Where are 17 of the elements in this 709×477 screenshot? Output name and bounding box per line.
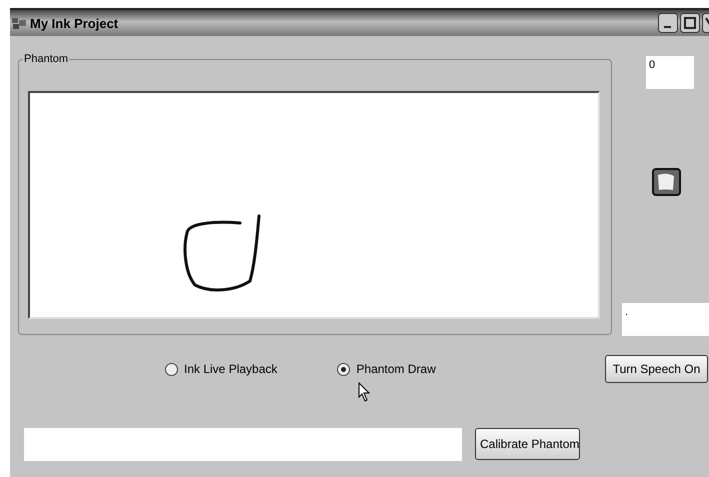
- counter-field[interactable]: 0: [646, 56, 694, 89]
- app-icon: [12, 18, 26, 28]
- window-title: My Ink Project: [30, 16, 118, 30]
- radio-label[interactable]: Ink Live Playback: [184, 362, 278, 376]
- minimize-icon[interactable]: [658, 13, 678, 33]
- status-field[interactable]: .: [622, 303, 709, 336]
- maximize-icon[interactable]: [680, 13, 700, 33]
- cursor-icon: [358, 382, 372, 402]
- radio-label[interactable]: Phantom Draw: [356, 362, 436, 376]
- group-label: Phantom: [23, 53, 70, 65]
- radio-button[interactable]: [165, 362, 178, 376]
- close-icon[interactable]: [702, 13, 709, 33]
- input-field[interactable]: [24, 428, 462, 461]
- turn-speech-button[interactable]: Turn Speech On: [605, 355, 708, 383]
- radio-button[interactable]: [337, 362, 350, 376]
- calibrate-button[interactable]: Calibrate Phantom: [475, 428, 580, 460]
- toggle-icon[interactable]: [652, 168, 681, 196]
